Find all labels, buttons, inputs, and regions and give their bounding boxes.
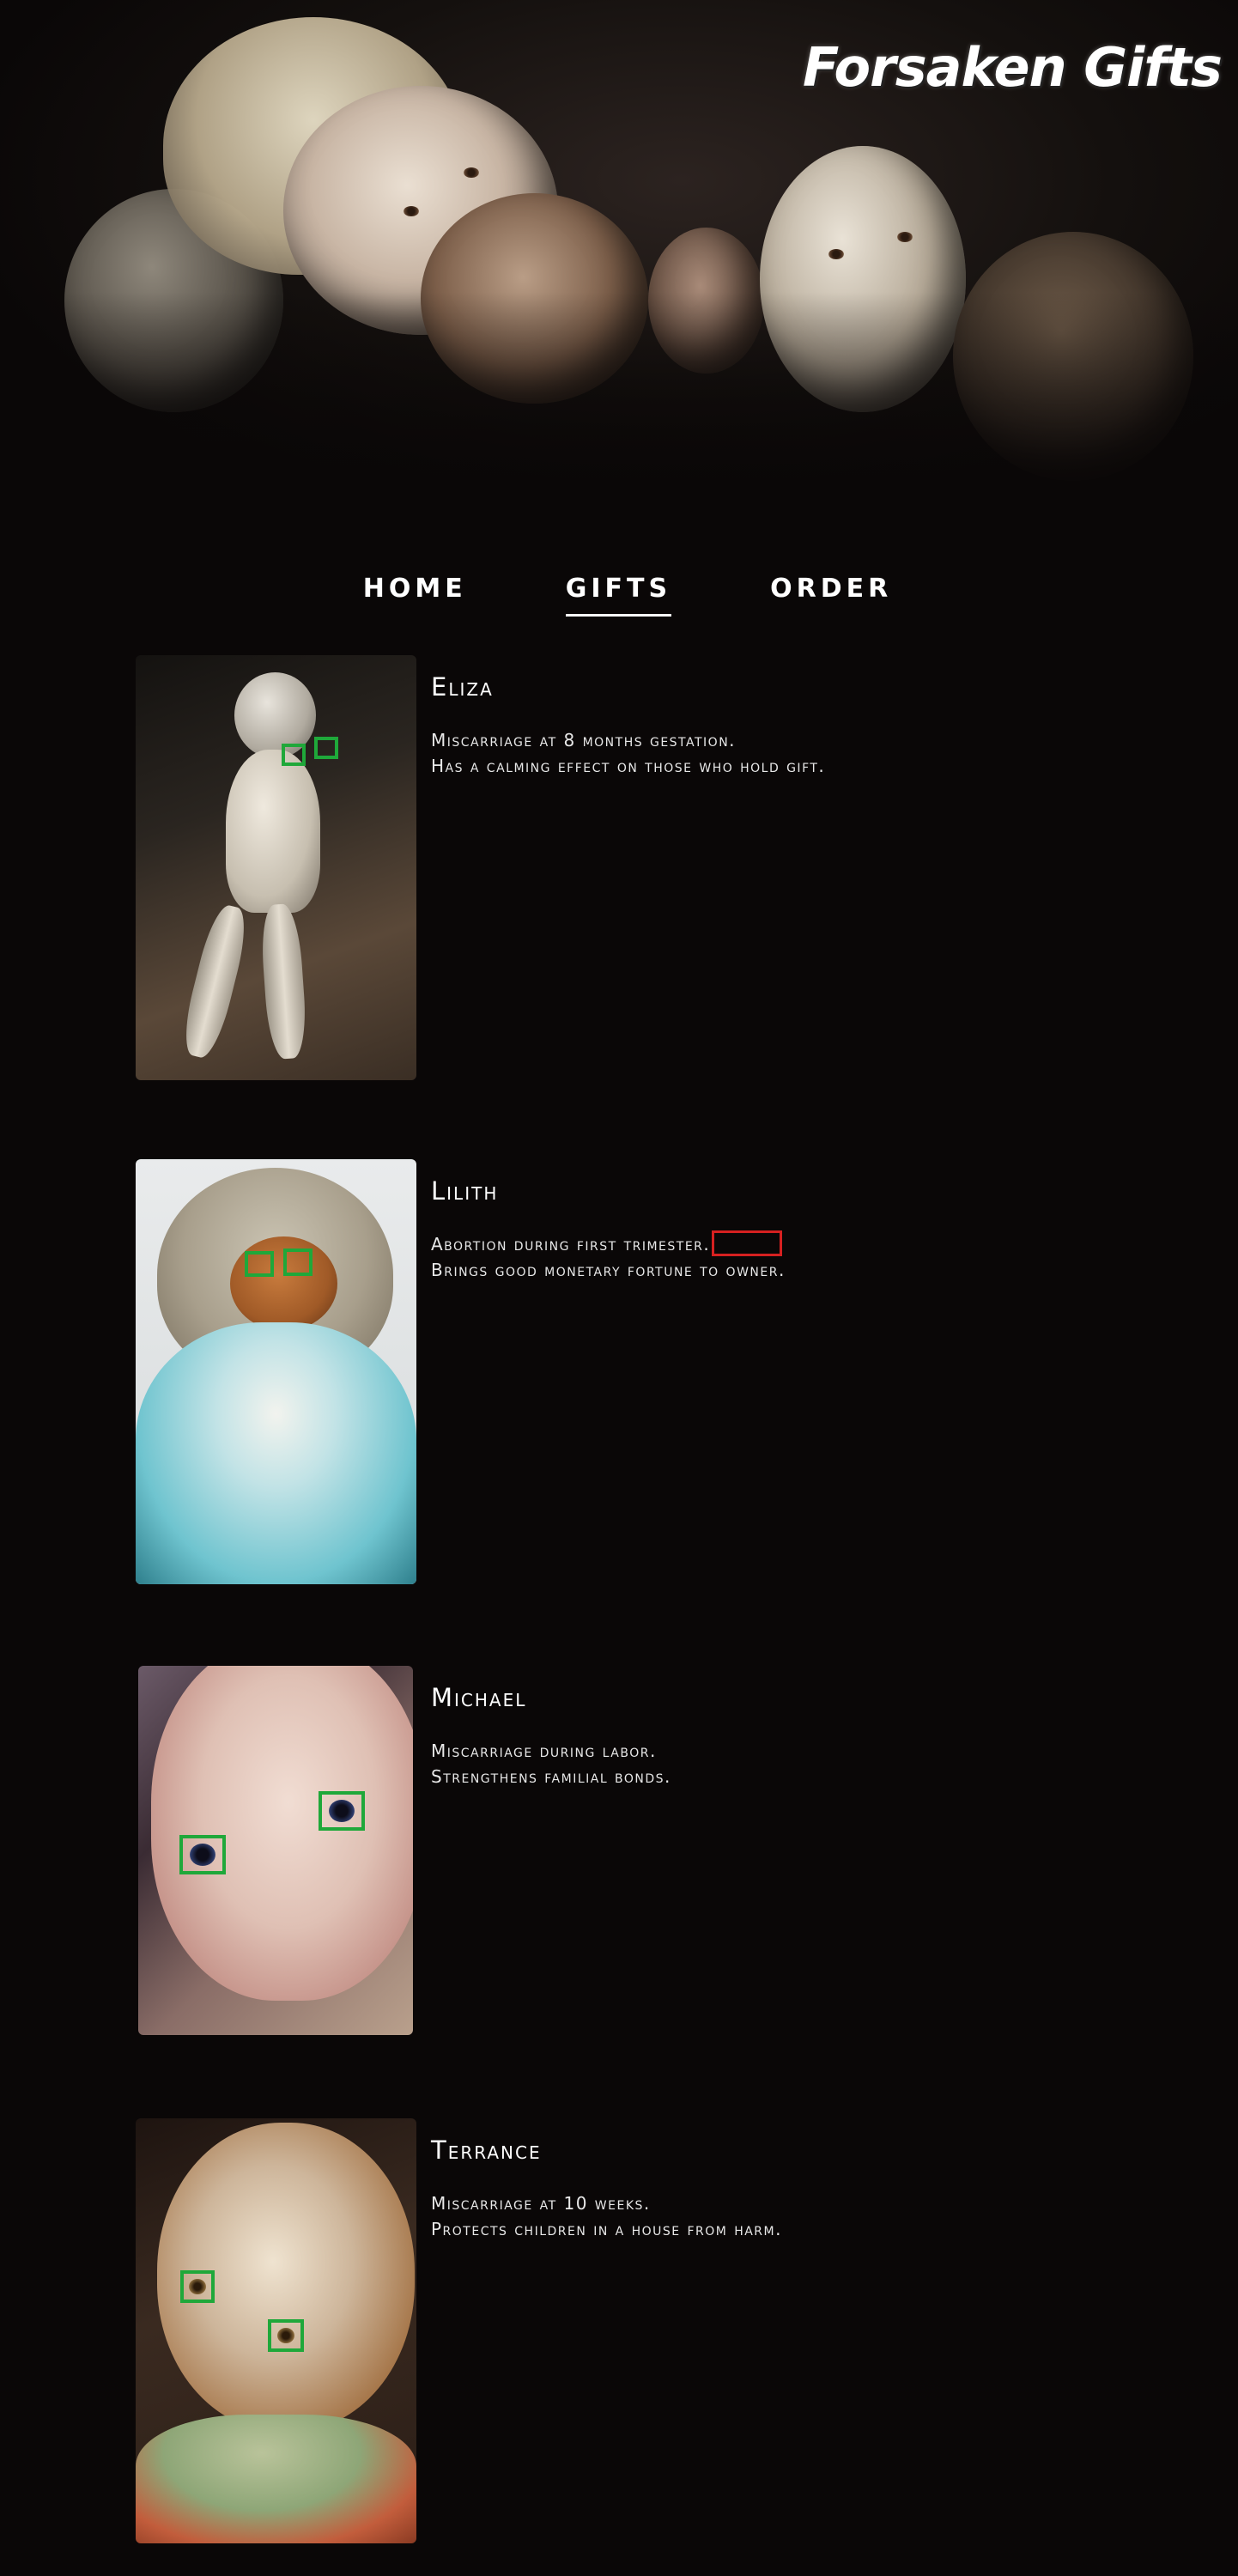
gift-name: Michael [431,1683,527,1712]
gift-desc-origin: Abortion during first trimester. [431,1230,786,1257]
gift-photo-lilith[interactable] [136,1159,416,1584]
eye-highlight-right [314,737,338,759]
doll-leg-left [177,902,253,1061]
doll-face [151,1666,413,2001]
red-highlight-box [712,1230,783,1256]
gift-name: Lilith [431,1176,499,1206]
eye-highlight-right [268,2319,304,2352]
doll-sweater [136,2415,416,2543]
gift-desc-origin: Miscarriage during labor. [431,1741,657,1761]
eye-highlight-right [319,1791,365,1831]
banner-fade [0,292,1238,515]
nav-home[interactable]: Home [363,574,467,617]
gift-name: Eliza [431,672,494,702]
gift-desc-effect: Brings good monetary fortune to owner. [431,1260,786,1280]
eye-highlight-left [179,1835,226,1874]
eye-highlight-left [245,1251,274,1277]
doll-body [226,750,320,913]
gift-desc-effect: Has a calming effect on those who hold g… [431,756,826,776]
gift-name: Terrance [431,2136,542,2165]
header-banner: Forsaken Gifts [0,0,1238,515]
eye-highlight-left [282,744,306,766]
gift-desc-origin: Miscarriage at 10 weeks. [431,2193,651,2214]
doll-leg-right [258,902,309,1060]
gift-desc-origin-text: Abortion during first trimester. [431,1234,711,1255]
gift-desc-origin: Miscarriage at 8 months gestation. [431,730,737,750]
doll-dress [136,1322,416,1584]
gift-text-terrance: Terrance Miscarriage at 10 weeks. Protec… [431,2136,782,2242]
main-nav: Home Gifts Order [0,574,1238,617]
gift-desc-effect: Protects children in a house from harm. [431,2219,782,2239]
gift-text-michael: Michael Miscarriage during labor. Streng… [431,1683,671,1789]
eye-highlight-left [180,2270,215,2303]
site-title[interactable]: Forsaken Gifts [803,36,1223,105]
nav-gifts[interactable]: Gifts [565,574,672,617]
gift-desc-effect: Strengthens familial bonds. [431,1766,671,1787]
nav-order[interactable]: Order [770,574,892,617]
gift-photo-michael[interactable] [138,1666,413,2035]
gift-photo-terrance[interactable] [136,2118,416,2543]
eye-highlight-right [283,1249,313,1276]
gift-text-lilith: Lilith Abortion during first trimester. … [431,1176,786,1283]
gift-photo-eliza[interactable] [136,655,416,1080]
gift-text-eliza: Eliza Miscarriage at 8 months gestation.… [431,672,825,779]
